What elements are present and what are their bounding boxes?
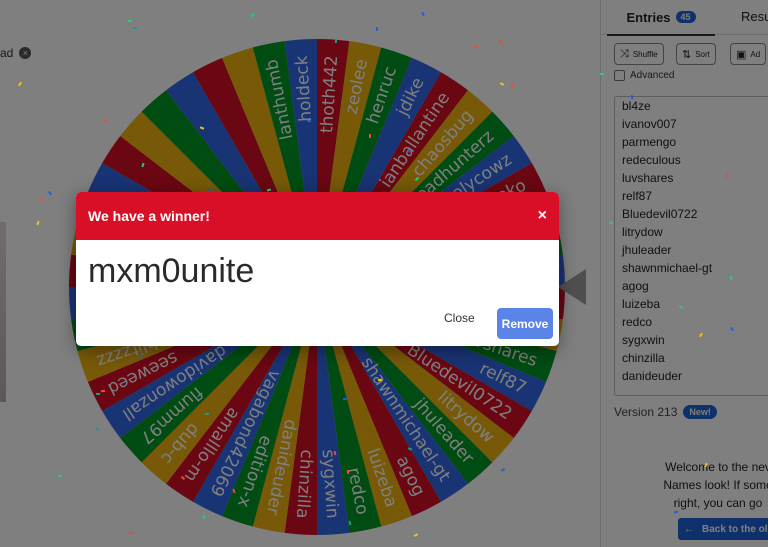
close-button[interactable]: Close xyxy=(444,311,475,325)
remove-button[interactable]: Remove xyxy=(497,308,553,339)
winner-dialog: We have a winner! × mxm0unite Close Remo… xyxy=(76,192,559,346)
winner-name: mxm0unite xyxy=(88,252,255,290)
close-icon[interactable]: × xyxy=(538,207,547,225)
dialog-title: We have a winner! xyxy=(88,208,210,224)
dialog-header: We have a winner! × xyxy=(76,192,559,240)
